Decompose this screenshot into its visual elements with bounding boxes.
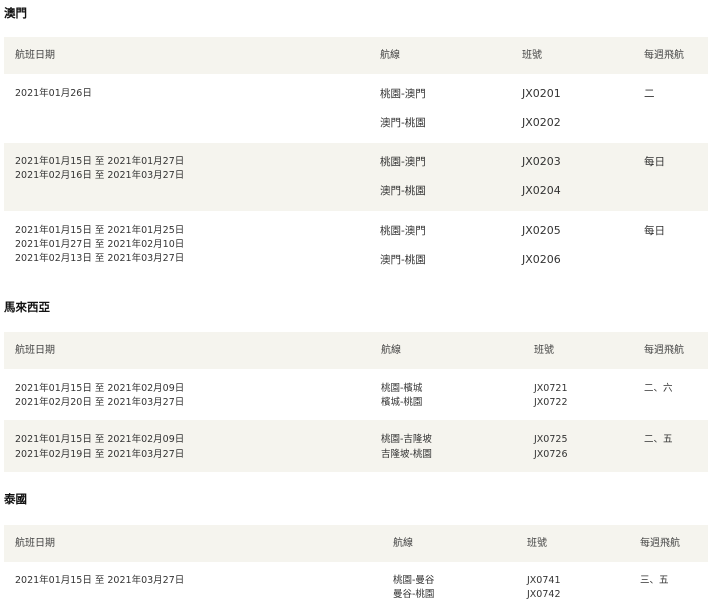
section-title-thailand: 泰國 [4, 492, 27, 506]
header-date: 航班日期 [15, 345, 55, 356]
route: 澳門-桃園 [380, 185, 426, 197]
flight-number: JX0726 [534, 449, 568, 460]
weekly-days: 二、六 [644, 383, 673, 394]
date-range: 2021年02月13日 至 2021年03月27日 [15, 253, 185, 264]
date-range: 2021年02月20日 至 2021年03月27日 [15, 397, 185, 408]
header-flight: 班號 [534, 345, 554, 356]
header-route: 航線 [381, 345, 401, 356]
route: 澳門-桃園 [380, 254, 426, 266]
date-range: 2021年02月16日 至 2021年03月27日 [15, 170, 185, 181]
header-weekly: 每週飛航 [640, 538, 680, 549]
section-title-malaysia: 馬來西亞 [4, 300, 50, 314]
weekly-days: 每日 [644, 156, 665, 168]
route: 桃園-檳城 [381, 383, 423, 394]
date-range: 2021年01月15日 至 2021年03月27日 [15, 575, 185, 586]
route: 桃園-曼谷 [393, 575, 435, 586]
weekly-days: 三、五 [640, 575, 669, 586]
route: 桃園-澳門 [380, 225, 426, 237]
header-weekly: 每週飛航 [644, 345, 684, 356]
flight-number: JX0203 [522, 155, 561, 168]
weekly-days: 每日 [644, 225, 665, 237]
route: 桃園-澳門 [380, 156, 426, 168]
header-date: 航班日期 [15, 50, 55, 61]
route: 桃園-澳門 [380, 88, 426, 100]
flight-number: JX0206 [522, 253, 561, 266]
date-range: 2021年01月26日 [15, 88, 92, 99]
header-flight: 班號 [527, 538, 547, 549]
date-range: 2021年02月19日 至 2021年03月27日 [15, 449, 185, 460]
route: 曼谷-桃園 [393, 589, 435, 600]
weekly-days: 二、五 [644, 434, 673, 445]
date-range: 2021年01月27日 至 2021年02月10日 [15, 239, 185, 250]
table-header-thailand: 航班日期 航線 班號 每週飛航 [4, 525, 708, 562]
flight-number: JX0721 [534, 383, 568, 394]
date-range: 2021年01月15日 至 2021年02月09日 [15, 383, 185, 394]
route: 吉隆坡-桃園 [381, 449, 432, 460]
date-range: 2021年01月15日 至 2021年01月27日 [15, 156, 185, 167]
route: 檳城-桃園 [381, 397, 423, 408]
flight-number: JX0205 [522, 224, 561, 237]
header-flight: 班號 [522, 50, 542, 61]
header-route: 航線 [393, 538, 413, 549]
flight-number: JX0742 [527, 589, 561, 600]
route: 桃園-吉隆坡 [381, 434, 432, 445]
header-route: 航線 [380, 50, 400, 61]
weekly-days: 二 [644, 88, 655, 100]
flight-number: JX0204 [522, 184, 561, 197]
section-title-macau: 澳門 [4, 6, 27, 20]
header-weekly: 每週飛航 [644, 50, 684, 61]
header-date: 航班日期 [15, 538, 55, 549]
table-header-macau: 航班日期 航線 班號 每週飛航 [4, 37, 708, 74]
date-range: 2021年01月15日 至 2021年02月09日 [15, 434, 185, 445]
route: 澳門-桃園 [380, 117, 426, 129]
flight-number: JX0202 [522, 116, 561, 129]
flight-number: JX0722 [534, 397, 568, 408]
flight-number: JX0725 [534, 434, 568, 445]
date-range: 2021年01月15日 至 2021年01月25日 [15, 225, 185, 236]
flight-number: JX0201 [522, 87, 561, 100]
flight-number: JX0741 [527, 575, 561, 586]
table-header-malaysia: 航班日期 航線 班號 每週飛航 [4, 332, 708, 369]
